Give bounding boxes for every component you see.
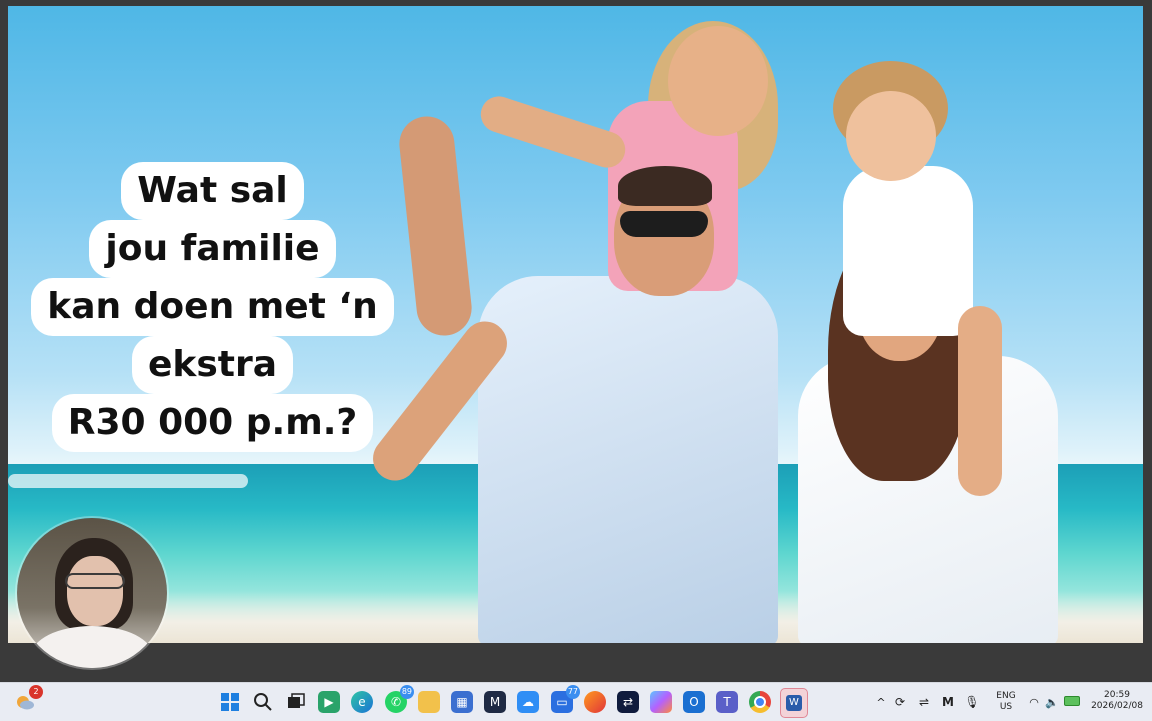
teamviewer-icon[interactable]: ⇄	[617, 691, 639, 713]
copilot-icon[interactable]	[650, 691, 672, 713]
windows-start-icon[interactable]	[219, 691, 241, 713]
girl-face	[668, 26, 768, 136]
battery-icon	[1062, 695, 1082, 709]
whatsapp-icon[interactable]: ✆ 89	[385, 685, 414, 713]
headline-line-4: ekstra	[131, 336, 294, 394]
windows-taskbar: 2 ▶ e ✆ 89 ▦ M ☁ ▭ 77 ⇄ O T W ^ ⟳ ⇌ M 🎙 …	[0, 682, 1152, 721]
small-girl-leg	[958, 306, 1002, 496]
man-shirt	[478, 276, 778, 643]
system-tray: ^ ⟳ ⇌ M 🎙	[874, 683, 984, 721]
chat-badge: 77	[565, 685, 580, 699]
headline-line-3: kan doen met ‘n	[31, 278, 394, 336]
teams-icon[interactable]: T	[716, 691, 738, 713]
language-code: ENG	[996, 691, 1016, 701]
small-girl-face	[846, 91, 936, 181]
task-view-icon[interactable]	[285, 691, 307, 713]
headline-line-1: Wat sal	[121, 162, 304, 220]
settings-sliders-icon[interactable]: ⇌	[912, 695, 936, 709]
app-tray-m-icon[interactable]: M	[936, 695, 960, 709]
slide-headline: Wat sal jou familie kan doen met ‘n ekst…	[20, 162, 405, 452]
word-icon[interactable]: W	[780, 688, 808, 718]
weather-widget-icon[interactable]: 2	[14, 685, 43, 713]
wifi-icon: ◠	[1029, 695, 1039, 709]
clock-date: 2026/02/08	[1091, 701, 1143, 711]
store-icon[interactable]: ▦	[451, 691, 473, 713]
man-arm	[396, 113, 475, 339]
search-icon[interactable]	[252, 691, 274, 713]
whatsapp-badge: 89	[399, 685, 414, 699]
app-m-icon[interactable]: M	[484, 691, 506, 713]
outlook-icon[interactable]: O	[683, 691, 705, 713]
chat-icon[interactable]: ▭ 77	[551, 685, 580, 713]
man-hair	[618, 166, 712, 206]
headline-line-5: R30 000 p.m.?	[51, 394, 374, 452]
meet-icon[interactable]: ▶	[318, 691, 340, 713]
onedrive-icon[interactable]: ☁	[517, 691, 539, 713]
girl-arm	[476, 91, 630, 173]
microphone-icon[interactable]: 🎙	[960, 695, 984, 709]
clock[interactable]: 20:59 2026/02/08	[1086, 690, 1148, 712]
sunglasses	[620, 211, 708, 237]
weather-badge: 2	[29, 685, 43, 699]
edge-icon[interactable]: e	[351, 691, 373, 713]
presenter-webcam	[17, 518, 167, 668]
file-explorer-icon[interactable]	[418, 691, 440, 713]
wave-foam	[8, 474, 248, 488]
sync-icon[interactable]: ⟳	[888, 695, 912, 709]
presenter-face	[67, 556, 123, 626]
chrome-icon[interactable]	[749, 691, 771, 713]
volume-icon: 🔈	[1045, 695, 1059, 709]
headline-line-2: jou familie	[89, 220, 336, 278]
small-girl-dress	[843, 166, 973, 336]
chevron-up-icon[interactable]: ^	[874, 696, 888, 709]
clock-time: 20:59	[1104, 690, 1130, 700]
presenter-shirt	[31, 626, 153, 668]
firefox-icon[interactable]	[584, 691, 606, 713]
presenter-glasses	[65, 573, 125, 589]
status-icons[interactable]: ◠ 🔈	[1026, 683, 1082, 721]
keyboard-region: US	[999, 702, 1013, 712]
language-indicator[interactable]: ENG US	[994, 691, 1018, 713]
